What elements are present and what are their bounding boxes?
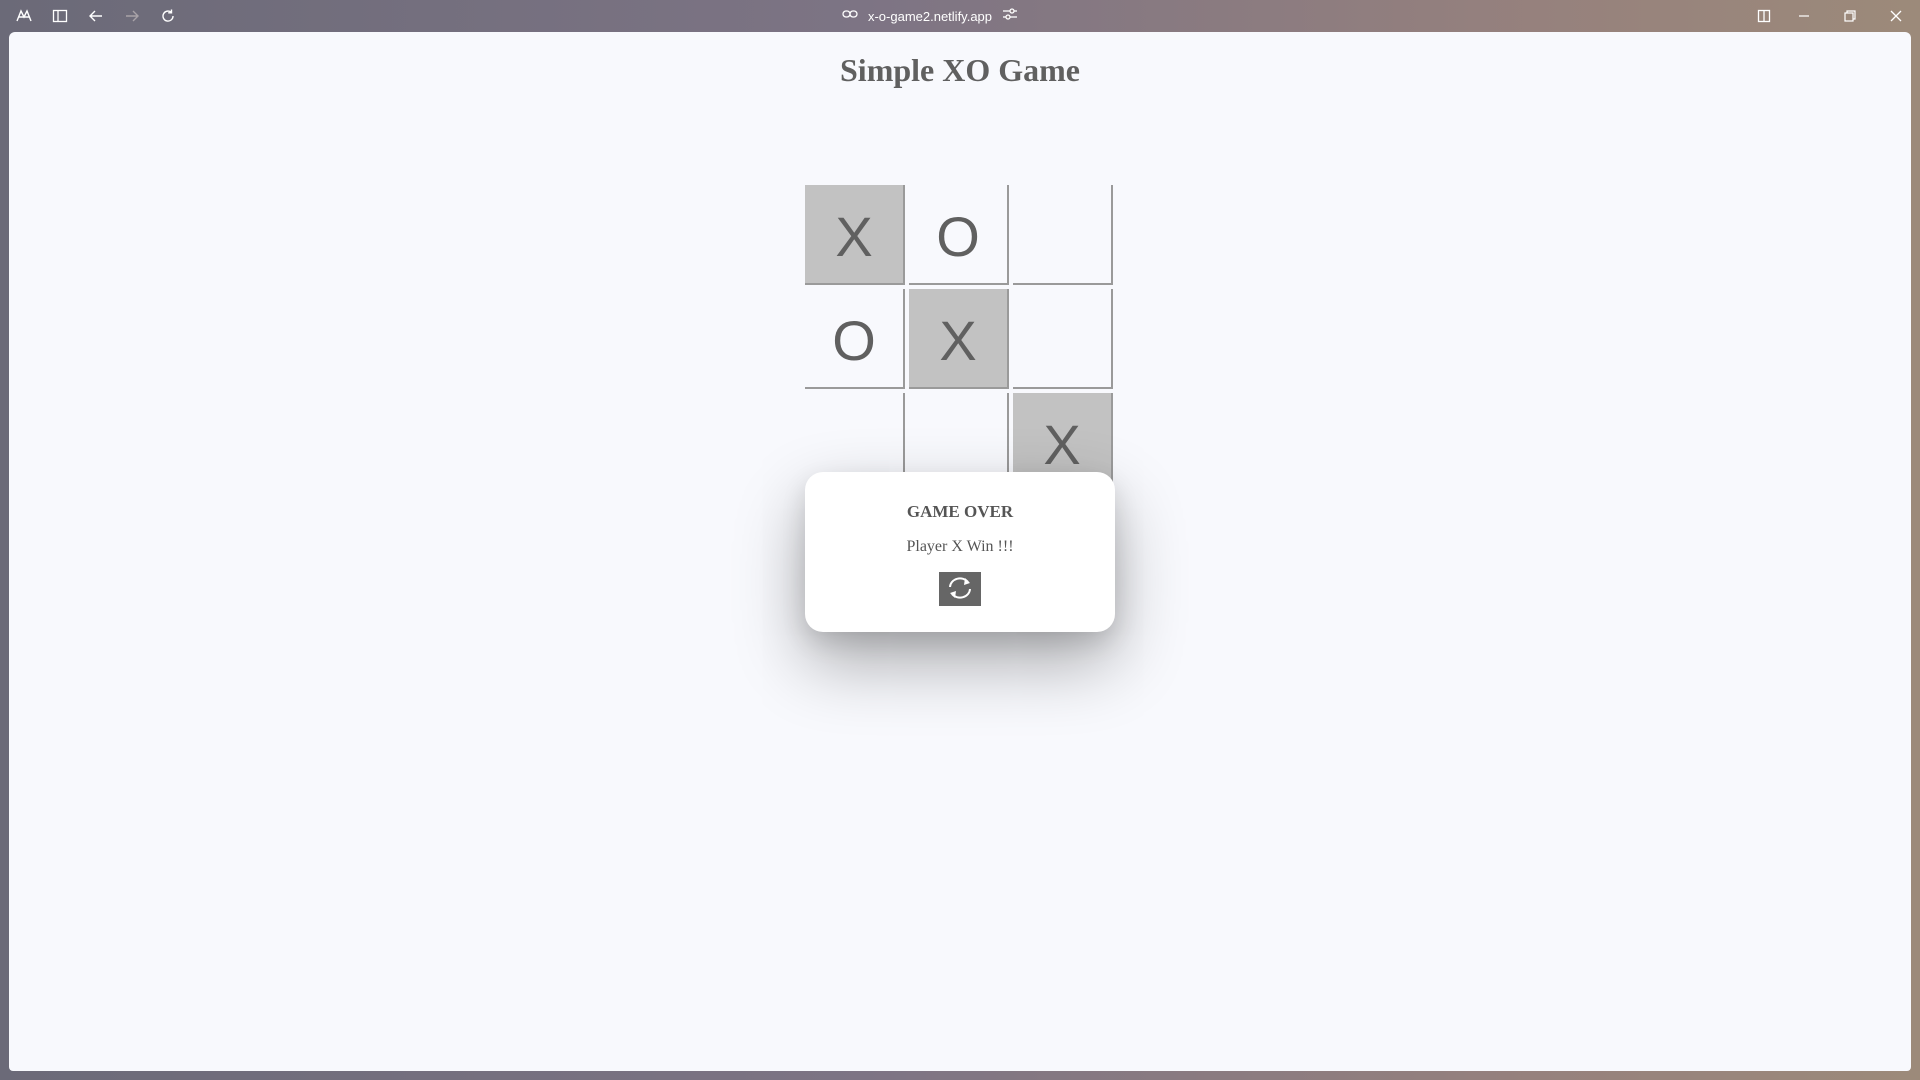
sidebar-icon[interactable] — [50, 6, 70, 26]
app-menu-icon[interactable] — [14, 6, 34, 26]
modal-title: GAME OVER — [906, 502, 1014, 521]
page-viewport: Simple XO Game X O O X X GAME OVER Playe… — [9, 32, 1911, 1071]
restore-icon[interactable] — [1840, 6, 1860, 26]
site-settings-icon[interactable] — [1002, 7, 1018, 26]
board-cell-3[interactable] — [1013, 185, 1113, 285]
back-arrow-icon[interactable] — [86, 6, 106, 26]
browser-titlebar: x-o-game2.netlify.app — [0, 0, 1920, 32]
forward-arrow-icon — [122, 6, 142, 26]
url-text: x-o-game2.netlify.app — [867, 8, 993, 24]
close-icon[interactable] — [1886, 6, 1906, 26]
board-cell-6[interactable] — [1013, 289, 1113, 389]
page-title: Simple XO Game — [840, 52, 1080, 88]
restart-button[interactable] — [939, 572, 981, 606]
winner-message: Player X Win !!! — [906, 538, 1014, 555]
address-bar[interactable]: x-o-game2.netlify.app — [830, 4, 1030, 28]
board-cell-2[interactable]: O — [909, 185, 1009, 285]
link-icon — [842, 7, 858, 25]
board-cell-5[interactable]: X — [909, 289, 1009, 389]
minimize-icon[interactable] — [1794, 6, 1814, 26]
board-cell-4[interactable]: O — [805, 289, 905, 389]
split-view-icon[interactable] — [1754, 6, 1774, 26]
game-board: X O O X X — [805, 185, 1115, 495]
board-cell-1[interactable]: X — [805, 185, 905, 285]
reload-icon[interactable] — [158, 6, 178, 26]
refresh-icon — [945, 575, 975, 604]
game-over-modal: GAME OVER Player X Win !!! — [805, 472, 1115, 632]
